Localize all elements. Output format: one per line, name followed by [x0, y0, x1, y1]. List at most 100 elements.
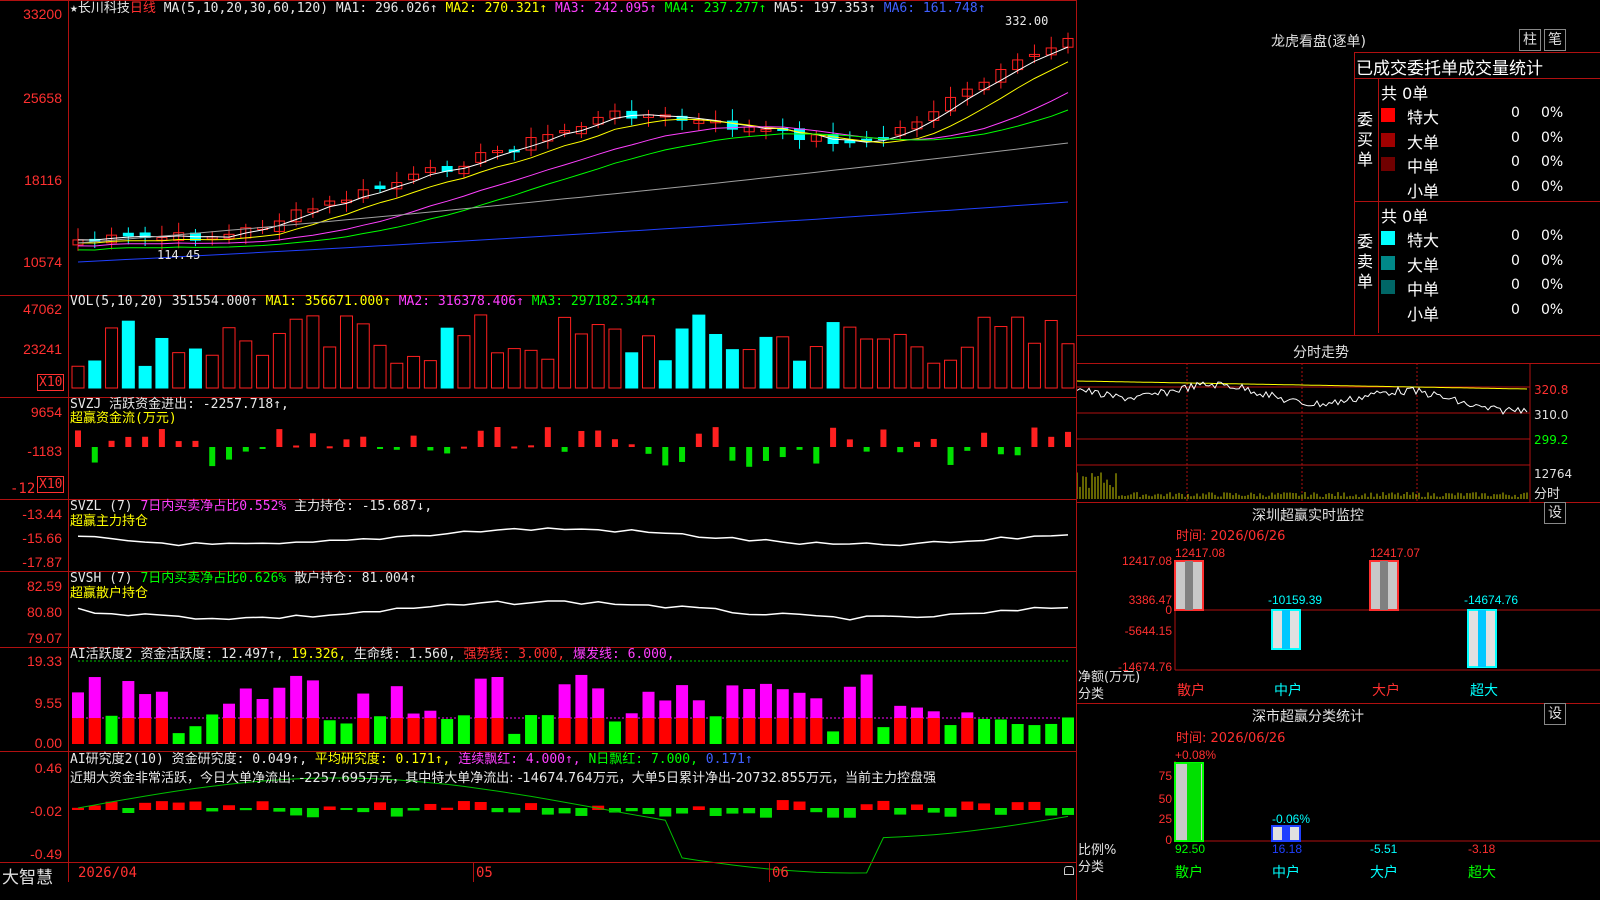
sell-total: 共 0单: [1381, 207, 1429, 226]
flow-bar: [930, 438, 937, 447]
intraday-chart[interactable]: [1077, 363, 1600, 503]
ma-line: [77, 61, 1069, 244]
order-color-swatch: [1381, 255, 1395, 270]
vol-ma3: MA3: 297182.344↑: [531, 294, 658, 309]
research-bar: [1045, 808, 1058, 816]
flow-bar: [393, 447, 400, 450]
flow-bar: [1031, 427, 1038, 447]
activity-bar-base: [306, 718, 319, 744]
flow-bar: [695, 433, 702, 447]
monitor-bar-label: 12417.07: [1370, 546, 1420, 560]
activity-bar: [206, 714, 219, 744]
volume-bar: [88, 360, 102, 389]
fenshi-title: 分时走势: [1293, 345, 1349, 361]
research-bar: [860, 804, 873, 810]
classify-value: 16.18: [1272, 842, 1302, 856]
sz-classify-ylabel2: 分类: [1078, 860, 1105, 875]
order-type: 大单: [1407, 132, 1440, 152]
svzj-unit: X10: [39, 477, 63, 492]
classify-top-label: -0.06%: [1272, 812, 1310, 826]
research-bar: [910, 804, 923, 810]
ai-research-y-tick: 0.46: [34, 760, 62, 776]
flow-bar: [427, 447, 434, 451]
vol-unit: X10: [39, 375, 63, 390]
research-bar: [877, 800, 890, 810]
research-bar: [726, 808, 739, 814]
favorite-star-icon[interactable]: ★: [70, 1, 78, 16]
volume-bar: [809, 346, 823, 389]
flow-bar: [511, 446, 518, 449]
research-bar: [172, 802, 185, 810]
sz-monitor-ylabel2: 分类: [1078, 687, 1105, 702]
classify-category: 中户: [1272, 864, 1300, 881]
flow-bar: [377, 447, 384, 449]
flow-bar: [259, 447, 266, 449]
ai-active-v4: 强势线: 3.000,: [463, 647, 566, 662]
ai-research-y-tick: -0.49: [30, 846, 62, 862]
volume-bar: [272, 332, 286, 389]
vol-header: VOL(5,10,20) 351554.000↑ MA1: 356671.000…: [70, 294, 657, 309]
research-bar: [776, 800, 789, 810]
flow-bar: [779, 447, 786, 458]
lock-icon[interactable]: [1064, 866, 1074, 875]
vol-y-tick: 47062: [23, 301, 62, 317]
research-bar: [676, 808, 689, 814]
bar-mode-button[interactable]: 柱: [1519, 29, 1541, 51]
research-bar: [508, 808, 521, 813]
volume-bar: [172, 352, 186, 389]
volume-bar: [793, 360, 807, 389]
svsh-header: SVSH (7) 7日内买卖净占比0.626% 散户持仓: 81.004↑: [70, 571, 417, 586]
flow-bar: [477, 430, 484, 447]
flow-bar: [997, 447, 1004, 455]
classify-bar-stripe: [1187, 763, 1201, 841]
research-bar: [374, 802, 387, 810]
research-bar: [407, 808, 420, 811]
ma6-value: MA6: 161.748↑: [883, 1, 986, 16]
svzl-ratio: 7日内买卖净占比0.552%: [140, 499, 287, 514]
chart-area[interactable]: ★长川科技日线 MA(5,10,20,30,60,120) MA1: 296.0…: [0, 0, 1077, 900]
vol-y-tick: 23241: [23, 341, 62, 357]
monitor-y-tick: 0: [1165, 603, 1172, 617]
volume-bar: [776, 336, 790, 389]
research-bar: [743, 808, 756, 814]
svsh-y-tick: 79.07: [26, 630, 62, 646]
flow-bar: [309, 433, 316, 447]
monitor-bar-stripe: [1185, 561, 1193, 610]
order-pct: 0%: [1541, 178, 1564, 195]
flow-bar: [360, 436, 367, 447]
volume-bar: [759, 336, 773, 389]
flow-bar: [981, 432, 988, 447]
flow-bar: [494, 427, 501, 447]
order-row: 特大 0 0%: [1381, 227, 1600, 250]
order-color-swatch: [1381, 108, 1395, 122]
period-label[interactable]: 日线: [130, 1, 156, 16]
activity-bar-base: [642, 718, 655, 744]
flow-bar: [712, 427, 719, 447]
volume-bar: [524, 349, 538, 389]
svzl-subtitle: 超赢主力持仓: [70, 514, 149, 529]
flow-bar: [913, 441, 920, 447]
research-bar: [994, 808, 1007, 815]
research-bar: [390, 808, 403, 817]
flow-bar: [158, 429, 165, 447]
classify-category: 散户: [1175, 864, 1203, 881]
volume-bar: [105, 327, 119, 389]
order-row: 特大 0 0%: [1381, 104, 1600, 127]
order-row: 中单 0 0%: [1381, 276, 1600, 299]
vol-unit-box: X10: [37, 374, 65, 391]
ai-active-v5: 爆发线: 6.000,: [572, 647, 675, 662]
activity-bar: [944, 725, 957, 744]
indicator-line: [77, 527, 1069, 547]
activity-bar-base: [88, 718, 101, 744]
research-bar: [927, 808, 940, 813]
activity-bar: [608, 721, 621, 744]
flow-bar: [91, 447, 98, 463]
classify-y-tick: 50: [1159, 792, 1173, 806]
monitor-category: 中户: [1274, 682, 1302, 699]
order-count: 0: [1511, 301, 1520, 318]
x-axis-june: 06: [772, 865, 789, 881]
research-bar: [978, 803, 991, 810]
activity-bar: [994, 719, 1007, 744]
ai-research-header: AI研究度2(10) 资金研究度: 0.049↑, 平均研究度: 0.171↑,…: [70, 752, 753, 767]
tick-mode-button[interactable]: 笔: [1544, 29, 1566, 51]
